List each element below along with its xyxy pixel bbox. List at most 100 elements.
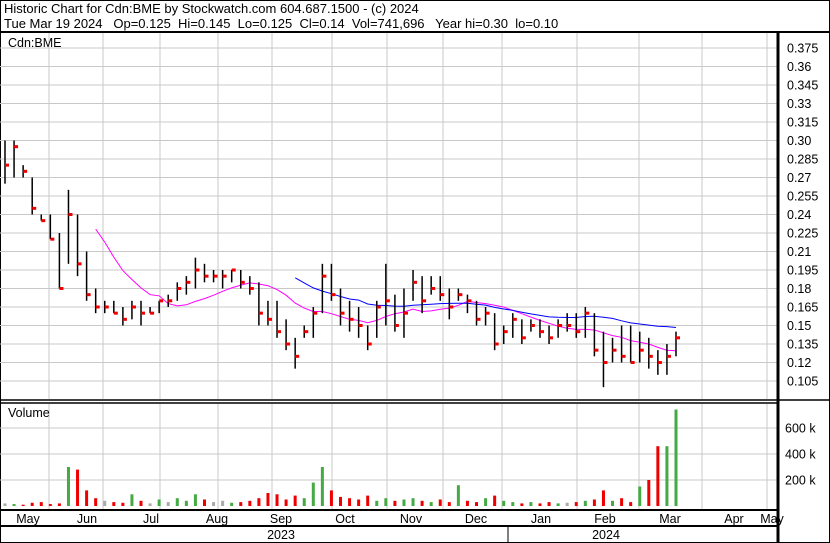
close-tick [23, 169, 28, 173]
volume-bar [456, 485, 460, 506]
volume-bar [121, 502, 125, 506]
price-tick-label: 0.105 [787, 374, 818, 388]
year-label: 2024 [592, 528, 620, 542]
volume-bar [248, 500, 252, 506]
close-tick [141, 311, 146, 315]
close-tick [594, 348, 599, 352]
close-tick [68, 212, 73, 216]
volume-bar [230, 502, 234, 506]
close-tick [385, 299, 390, 303]
volume-bar [592, 499, 596, 506]
volume-bar [139, 500, 143, 506]
close-tick [5, 163, 9, 167]
stock-chart: Historic Chart for Cdn:BME by Stockwatch… [0, 0, 830, 543]
volume-bar [148, 503, 152, 506]
volume-bar [3, 503, 7, 506]
volume-bar [339, 496, 342, 506]
price-tick-label: 0.21 [787, 245, 811, 259]
chart-svg: Historic Chart for Cdn:BME by Stockwatch… [0, 0, 830, 543]
close-tick [394, 323, 399, 327]
close-tick [567, 323, 572, 327]
volume-bar [620, 498, 624, 506]
price-tick-label: 0.315 [787, 115, 818, 129]
symbol-label: Cdn:BME [8, 36, 62, 50]
close-tick [431, 286, 436, 290]
price-tick-label: 0.195 [787, 263, 818, 277]
close-tick [666, 354, 671, 358]
month-label: Sep [270, 512, 292, 526]
volume-bar [266, 493, 270, 506]
close-tick [403, 311, 408, 315]
volume-bar [502, 500, 506, 506]
price-tick-label: 0.165 [787, 300, 818, 314]
price-tick-label: 0.24 [787, 208, 811, 222]
close-tick [503, 330, 508, 334]
close-tick [168, 299, 173, 303]
close-tick [59, 286, 64, 290]
month-label: Oct [335, 512, 355, 526]
volume-label: Volume [8, 406, 50, 420]
close-tick [467, 299, 472, 303]
volume-bar [320, 467, 324, 506]
close-tick [367, 342, 372, 346]
volume-bar [12, 504, 16, 506]
volume-bar [429, 502, 433, 506]
price-tick-label: 0.33 [787, 97, 811, 111]
close-tick [612, 348, 617, 352]
close-tick [530, 323, 535, 327]
close-tick [376, 305, 381, 309]
close-tick [304, 330, 309, 334]
price-tick-label: 0.345 [787, 78, 818, 92]
close-tick [213, 274, 218, 278]
close-tick [14, 145, 19, 149]
volume-bar [384, 498, 388, 506]
volume-bar [520, 503, 524, 506]
close-tick [549, 336, 554, 340]
volume-bar [175, 498, 179, 506]
month-label: Jul [143, 512, 159, 526]
month-label: Nov [400, 512, 423, 526]
price-tick-label: 0.30 [787, 134, 811, 148]
volume-bar [76, 469, 80, 506]
month-label: Mar [659, 512, 681, 526]
volume-bar [166, 502, 170, 506]
outer-border [0, 0, 830, 543]
volume-bar [57, 503, 61, 506]
close-tick [86, 293, 91, 297]
month-label: Aug [206, 512, 228, 526]
close-tick [648, 354, 653, 358]
close-tick [639, 348, 644, 352]
close-tick [358, 323, 363, 327]
volume-bar [239, 502, 243, 506]
volume-bar [674, 409, 678, 506]
close-tick [494, 342, 499, 346]
close-tick [286, 342, 291, 346]
volume-bar [611, 500, 615, 506]
volume-bar [357, 499, 361, 506]
volume-bar [48, 504, 52, 506]
volume-bar [366, 495, 370, 506]
price-tick-label: 0.27 [787, 171, 811, 185]
close-tick [313, 311, 318, 315]
close-tick [576, 330, 581, 334]
volume-bar [447, 502, 451, 506]
volume-bar [212, 502, 216, 506]
volume-bar [284, 499, 288, 506]
price-tick-label: 0.18 [787, 282, 811, 296]
volume-bar [39, 502, 43, 506]
close-tick [258, 311, 263, 315]
price-tick-label: 0.225 [787, 226, 818, 240]
volume-bar [547, 502, 551, 506]
close-tick [440, 293, 445, 297]
volume-bar [85, 490, 89, 506]
close-tick [585, 311, 590, 315]
close-tick [322, 274, 327, 278]
close-tick [603, 360, 608, 364]
month-label: Jan [531, 512, 551, 526]
month-label: Apr [724, 512, 743, 526]
volume-bar [130, 494, 134, 506]
volume-bar [565, 502, 569, 506]
close-tick [413, 280, 418, 284]
close-tick [476, 317, 481, 321]
volume-bar [329, 490, 333, 506]
